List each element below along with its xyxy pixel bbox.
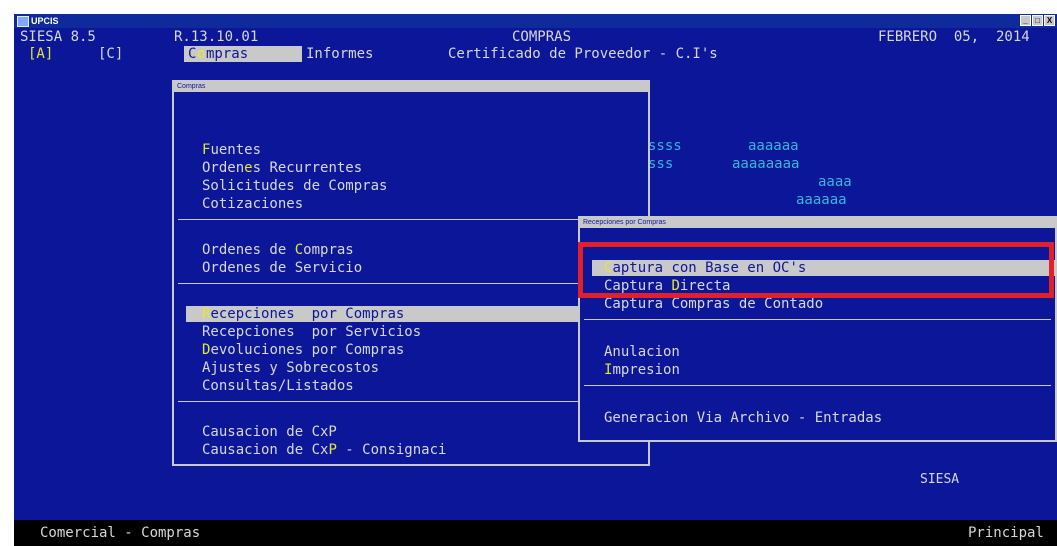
- status-mode: Principal: [968, 525, 1044, 541]
- window-controls: _ □ X: [1020, 15, 1055, 27]
- menu-item-text: Consultas/Listados: [202, 378, 354, 394]
- recepciones-menu-item-label: Captura Compras de Contado: [604, 296, 823, 312]
- compras-menu-item[interactable]: Recepciones por Servicios: [174, 324, 648, 340]
- compras-menu-item[interactable]: Recepciones por Compras: [174, 306, 648, 322]
- background-text: aaaaaa: [748, 138, 799, 154]
- menu-certificado-proveedor[interactable]: Certificado de Proveedor - C.I's: [448, 46, 718, 62]
- menu-item-text: s Recurrentes: [252, 160, 363, 176]
- maximize-button[interactable]: □: [1032, 15, 1043, 26]
- compras-menu-item-label: Causacion de CxP: [202, 424, 337, 440]
- menu-separator: [584, 319, 1051, 320]
- menu-item-text: mpresion: [612, 362, 680, 378]
- menu-hotkey-letter: C: [294, 242, 304, 258]
- compras-menu-item[interactable]: Solicitudes de Compras: [174, 178, 648, 194]
- key-c-indicator[interactable]: [C]: [98, 46, 123, 62]
- compras-menu-item[interactable]: Devoluciones por Compras: [174, 342, 648, 358]
- menu-compras-rest: mpras: [206, 46, 249, 62]
- menu-separator: [584, 385, 1051, 386]
- product-version: SIESA 8.5: [20, 29, 96, 45]
- module-title: COMPRAS: [512, 29, 572, 45]
- compras-menu-item[interactable]: Cotizaciones: [174, 196, 648, 212]
- app-icon: [17, 16, 29, 27]
- compras-menu-item[interactable]: Ordenes Recurrentes: [174, 160, 648, 176]
- window-title: UPCIS: [31, 16, 59, 26]
- key-a-indicator[interactable]: [A]: [28, 46, 53, 62]
- compras-menu-item[interactable]: Causacion de CxP: [174, 424, 648, 440]
- menu-item-text: Ordenes de Servicio: [202, 260, 363, 276]
- menu-item-text: uentes: [210, 142, 262, 158]
- menu-hotkey-letter: P: [328, 442, 337, 458]
- compras-menu-item[interactable]: Ajustes y Sobrecostos: [174, 360, 648, 376]
- compras-menu-item[interactable]: Fuentes: [174, 142, 648, 158]
- menu-item-text: Ordenes de: [202, 242, 295, 258]
- menu-informes[interactable]: Informes: [306, 46, 373, 62]
- menu-item-text: Anulacion: [604, 344, 680, 360]
- terminal-screen: SIESA 8.5 R.13.10.01 COMPRAS FEBRERO 05,…: [14, 28, 1057, 546]
- background-text: aaaaaaaa: [732, 156, 800, 172]
- menu-item-text: Solicitudes de Compras: [202, 178, 388, 194]
- compras-menu-item-label: Consultas/Listados: [202, 378, 354, 394]
- compras-menu-item[interactable]: Causacion de CxP - Consignaci: [174, 442, 648, 458]
- menu-separator: [178, 401, 644, 402]
- recepciones-menu-item-label: Impresion: [604, 362, 680, 378]
- menu-item-text: Generacion Via Archivo - Entradas: [604, 410, 883, 426]
- background-text: sss: [648, 156, 674, 172]
- menu-item-text: - Consignaci: [336, 442, 447, 458]
- status-bar: Comercial - Compras Principal: [14, 520, 1057, 546]
- menu-item-text: ompras: [303, 242, 354, 258]
- compras-menu-item-label: Recepciones por Servicios: [202, 324, 421, 340]
- highlight-annotation-box: [578, 242, 1054, 298]
- compras-menu-item[interactable]: Ordenes de Servicio: [174, 260, 648, 276]
- recepciones-menu-item[interactable]: Impresion: [580, 362, 1055, 378]
- status-module: Comercial - Compras: [40, 525, 201, 541]
- application-window: UPCIS _ □ X SIESA 8.5 R.13.10.01 COMPRAS…: [0, 0, 1057, 546]
- compras-menu-item-label: Causacion de CxP - Consignaci: [202, 442, 446, 458]
- menu-item-text: Captura Compras de Contado: [604, 296, 824, 312]
- menu-item-text: Ajustes y Sobrecostos: [202, 360, 380, 376]
- recepciones-menu-item[interactable]: Generacion Via Archivo - Entradas: [580, 410, 1055, 426]
- menu-item-text: Orden: [202, 160, 245, 176]
- compras-menu-item[interactable]: Consultas/Listados: [174, 378, 648, 394]
- menu-item-text: Recepciones por Servicios: [202, 324, 422, 340]
- recepciones-menu-item[interactable]: Anulacion: [580, 344, 1055, 360]
- menu-compras-hotkey: o: [197, 46, 206, 62]
- compras-menu-title: Compras: [174, 82, 648, 92]
- watermark-siesa: SIESA: [920, 472, 960, 487]
- release-number: R.13.10.01: [174, 29, 259, 45]
- menu-separator: [178, 283, 644, 284]
- menu-separator: [178, 219, 644, 220]
- close-button[interactable]: X: [1044, 15, 1055, 26]
- menu-compras[interactable]: C o mpras: [184, 46, 302, 62]
- compras-menu-item-label: Devoluciones por Compras: [202, 342, 404, 358]
- recepciones-menu-item-label: Generacion Via Archivo - Entradas: [604, 410, 882, 426]
- menu-item-text: ecepciones por Compras: [210, 306, 405, 322]
- menu-hotkey-letter: e: [244, 160, 253, 176]
- compras-menu-item[interactable]: Ordenes de Compras: [174, 242, 648, 258]
- menu-item-text: Cotizaciones: [202, 196, 304, 212]
- compras-menu-item-label: Ajustes y Sobrecostos: [202, 360, 379, 376]
- compras-menu-item-label: Recepciones por Compras: [202, 306, 404, 322]
- background-text: ssss: [648, 138, 682, 154]
- minimize-button[interactable]: _: [1020, 15, 1031, 26]
- current-date: FEBRERO 05, 2014: [878, 29, 1030, 45]
- recepciones-submenu-title: Recepciones por Compras: [580, 218, 1055, 228]
- menu-item-text: Causacion de Cx: [202, 442, 329, 458]
- window-titlebar: UPCIS _ □ X: [14, 14, 1057, 28]
- recepciones-menu-item[interactable]: Captura Compras de Contado: [580, 296, 1055, 312]
- background-text: aaaaaa: [796, 192, 847, 208]
- menu-item-text: Causacion de CxP: [202, 424, 337, 440]
- menu-item-text: evoluciones por Compras: [210, 342, 405, 358]
- compras-menu-item-label: Cotizaciones: [202, 196, 303, 212]
- compras-menu-item-label: Fuentes: [202, 142, 261, 158]
- compras-menu-item-label: Ordenes de Servicio: [202, 260, 362, 276]
- background-text: aaaa: [818, 174, 852, 190]
- recepciones-menu-item-label: Anulacion: [604, 344, 680, 360]
- compras-menu-item-label: Ordenes Recurrentes: [202, 160, 362, 176]
- menu-compras-prefix: C: [188, 46, 197, 62]
- compras-menu-item-label: Ordenes de Compras: [202, 242, 354, 258]
- compras-menu-item-label: Solicitudes de Compras: [202, 178, 387, 194]
